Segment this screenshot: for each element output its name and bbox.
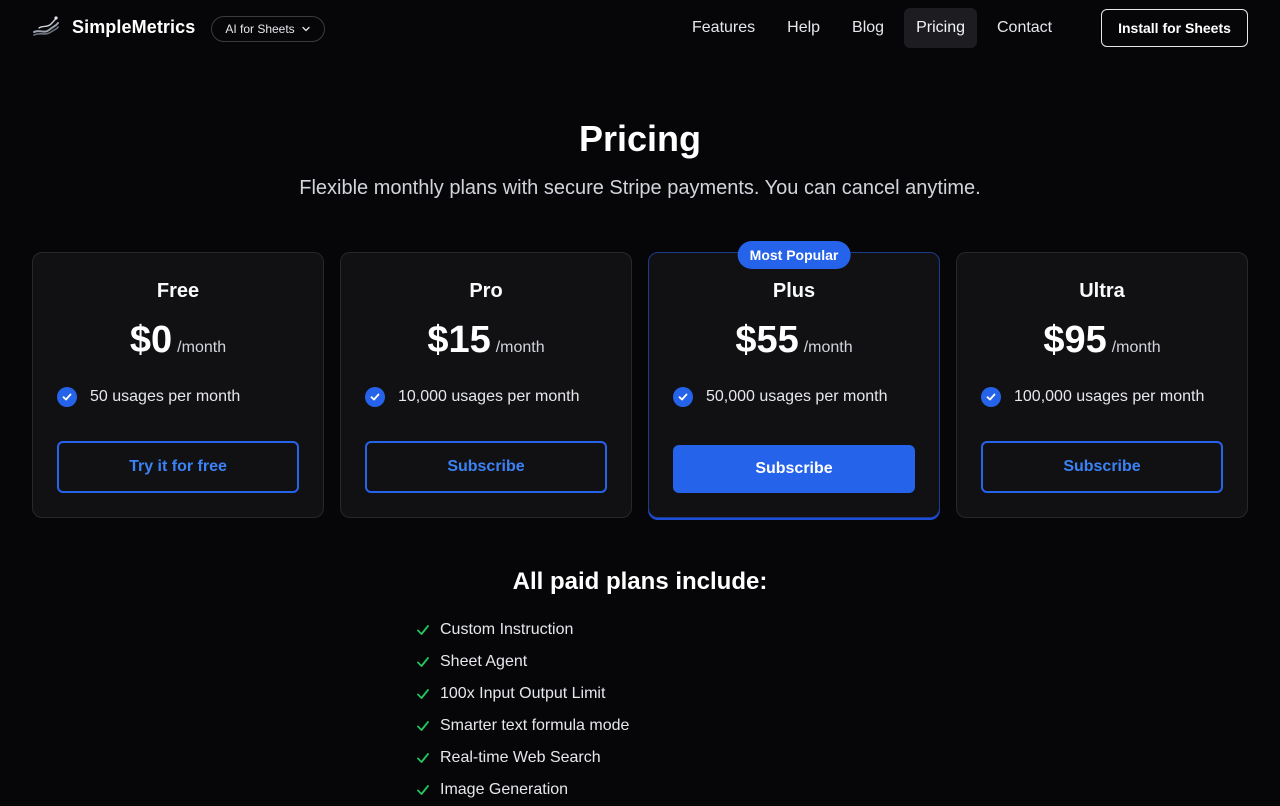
plan-period: /month xyxy=(803,339,853,356)
list-item: Smarter text formula mode xyxy=(416,710,629,742)
check-icon xyxy=(417,657,429,667)
plan-card-pro: Pro $15 /month 10,000 usages per month S… xyxy=(340,252,632,518)
subscribe-ultra-button[interactable]: Subscribe xyxy=(981,441,1223,493)
included-item-text: 100x Input Output Limit xyxy=(440,685,606,702)
check-circle-icon xyxy=(981,387,1001,407)
price-row: $95 /month xyxy=(957,319,1247,362)
plan-period: /month xyxy=(177,339,227,356)
plan-feature-text: 50,000 usages per month xyxy=(706,388,888,405)
site-header: SimpleMetrics AI for Sheets Features Hel… xyxy=(0,0,1280,56)
plan-feature: 50 usages per month xyxy=(57,387,311,407)
list-item: 100x Input Output Limit xyxy=(416,678,629,710)
nav-item-blog[interactable]: Blog xyxy=(840,8,896,48)
try-free-button[interactable]: Try it for free xyxy=(57,441,299,493)
most-popular-badge: Most Popular xyxy=(737,241,851,269)
plan-period: /month xyxy=(495,339,545,356)
main-nav: Features Help Blog Pricing Contact xyxy=(680,8,1064,48)
list-item: Real-time Web Search xyxy=(416,742,629,774)
plan-card-free: Free $0 /month 50 usages per month Try i… xyxy=(32,252,324,518)
product-dropdown[interactable]: AI for Sheets xyxy=(211,16,325,42)
nav-item-contact[interactable]: Contact xyxy=(985,8,1064,48)
subscribe-pro-button[interactable]: Subscribe xyxy=(365,441,607,493)
plan-feature: 50,000 usages per month xyxy=(673,387,927,407)
plan-feature: 100,000 usages per month xyxy=(981,387,1235,407)
price-row: $15 /month xyxy=(341,319,631,362)
included-item-text: Sheet Agent xyxy=(440,653,528,670)
check-circle-icon xyxy=(57,387,77,407)
plan-feature: 10,000 usages per month xyxy=(365,387,619,407)
brand-name[interactable]: SimpleMetrics xyxy=(72,17,195,38)
subscribe-plus-button[interactable]: Subscribe xyxy=(673,445,915,493)
included-item-text: Image Generation xyxy=(440,781,569,798)
plan-name: Plus xyxy=(772,280,816,302)
nav-item-features[interactable]: Features xyxy=(680,8,767,48)
check-icon xyxy=(417,689,429,699)
page-title: Pricing xyxy=(578,118,702,159)
included-item-text: Custom Instruction xyxy=(440,621,574,638)
product-dropdown-label: AI for Sheets xyxy=(225,22,295,36)
nav-item-help[interactable]: Help xyxy=(775,8,832,48)
check-circle-icon xyxy=(673,387,693,407)
plan-price: $95 xyxy=(1043,319,1107,361)
plan-name: Ultra xyxy=(1079,280,1125,302)
included-item-text: Smarter text formula mode xyxy=(440,717,630,734)
plan-price: $15 xyxy=(427,319,491,361)
plan-card-ultra: Ultra $95 /month 100,000 usages per mont… xyxy=(956,252,1248,518)
included-title: All paid plans include: xyxy=(512,568,768,595)
plan-feature-text: 100,000 usages per month xyxy=(1014,388,1205,405)
list-item: Sheet Agent xyxy=(416,646,629,678)
list-item: Image Generation xyxy=(416,774,629,806)
check-icon xyxy=(417,785,429,795)
install-button[interactable]: Install for Sheets xyxy=(1101,9,1248,47)
plan-card-plus: Most Popular Plus $55 /month 50,000 usag… xyxy=(648,241,940,518)
included-item-text: Real-time Web Search xyxy=(440,749,601,766)
nav-item-pricing[interactable]: Pricing xyxy=(904,8,977,48)
plan-feature-text: 10,000 usages per month xyxy=(398,388,580,405)
included-feature-list: Custom Instruction Sheet Agent 100x Inpu… xyxy=(416,614,629,806)
price-row: $55 /month xyxy=(649,319,939,362)
price-row: $0 /month xyxy=(33,319,323,362)
chevron-down-icon xyxy=(302,26,310,32)
page-subtitle: Flexible monthly plans with secure Strip… xyxy=(299,177,981,199)
plan-feature-text: 50 usages per month xyxy=(90,388,241,405)
plan-price: $55 xyxy=(735,319,799,361)
wave-logo-icon[interactable] xyxy=(33,15,59,37)
plan-name: Free xyxy=(156,280,200,302)
plan-price: $0 xyxy=(129,319,173,361)
check-icon xyxy=(417,753,429,763)
list-item: Custom Instruction xyxy=(416,614,629,646)
plan-name: Pro xyxy=(469,280,503,302)
check-icon xyxy=(417,721,429,731)
plan-period: /month xyxy=(1111,339,1161,356)
check-icon xyxy=(417,625,429,635)
check-circle-icon xyxy=(365,387,385,407)
